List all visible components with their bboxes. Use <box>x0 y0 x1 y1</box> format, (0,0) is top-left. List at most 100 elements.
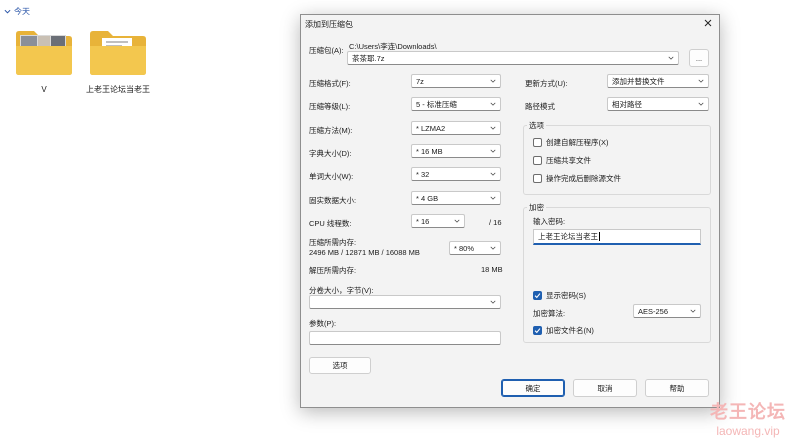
update-mode-select[interactable]: 添加并替换文件 <box>607 74 709 88</box>
encrypt-filenames-label: 加密文件名(N) <box>546 326 594 335</box>
archive-name-combobox[interactable]: 茶茶耶.7z <box>347 51 679 65</box>
watermark-url: laowang.vip <box>716 424 780 438</box>
options-button[interactable]: 选项 <box>309 357 371 374</box>
level-label: 压缩等级(L): <box>309 102 351 111</box>
show-password-label: 显示密码(S) <box>546 291 586 300</box>
checkbox-checked-box <box>533 291 542 300</box>
folder-icon <box>16 31 72 75</box>
chevron-down-icon <box>490 126 496 130</box>
cancel-button[interactable]: 取消 <box>573 379 637 397</box>
checkmark-icon <box>534 293 541 299</box>
format-select[interactable]: 7z <box>411 74 501 88</box>
folder-item[interactable]: V <box>14 26 74 94</box>
chevron-down-icon <box>490 102 496 106</box>
chevron-down-icon <box>490 79 496 83</box>
level-value: 5 - 标准压缩 <box>416 99 457 109</box>
group-header-today[interactable]: 今天 <box>4 6 30 17</box>
method-label: 压缩方法(M): <box>309 126 353 135</box>
browse-button[interactable]: ... <box>689 49 709 67</box>
path-mode-label: 路径模式 <box>525 102 555 111</box>
password-input[interactable]: 上老王论坛当老王 <box>533 229 701 245</box>
chevron-down-icon <box>690 309 696 313</box>
dictionary-label: 字典大小(D): <box>309 149 352 158</box>
chevron-down-icon <box>698 102 704 106</box>
parameters-label: 参数(P): <box>309 319 337 328</box>
memory-label: 压缩所需内存: <box>309 238 357 247</box>
chevron-down-icon <box>490 172 496 176</box>
path-mode-select[interactable]: 相对路径 <box>607 97 709 111</box>
chevron-down-icon <box>4 9 11 14</box>
memory-percent-select[interactable]: * 80% <box>449 241 501 255</box>
decompress-memory-value: 18 MB <box>481 265 503 274</box>
word-size-label: 单词大小(W): <box>309 172 354 181</box>
dialog-title: 添加到压缩包 <box>305 20 353 29</box>
word-size-value: * 32 <box>416 169 430 179</box>
chevron-down-icon <box>490 246 496 250</box>
checkbox-checked-box <box>533 326 542 335</box>
chevron-down-icon <box>668 56 674 60</box>
title-bar[interactable]: 添加到压缩包 <box>301 15 719 32</box>
ok-button[interactable]: 确定 <box>501 379 565 397</box>
add-to-archive-dialog: 添加到压缩包 压缩包(A): C:\Users\李连\Downloads\ 茶茶… <box>300 14 720 408</box>
chevron-down-icon <box>454 219 460 223</box>
folder-name: 上老王论坛当老王 <box>86 85 150 94</box>
word-size-select[interactable]: * 32 <box>411 167 501 181</box>
encryption-group-title: 加密 <box>527 202 546 213</box>
encrypt-filenames-checkbox[interactable]: 加密文件名(N) <box>533 325 594 336</box>
delete-after-label: 操作完成后删除源文件 <box>546 174 621 183</box>
cpu-threads-label: CPU 线程数: <box>309 219 352 228</box>
memory-percent-value: * 80% <box>454 243 475 253</box>
decompress-memory-label: 解压所需内存: <box>309 266 357 275</box>
folder-name: V <box>41 85 47 94</box>
solid-block-label: 固实数据大小: <box>309 196 357 205</box>
password-value: 上老王论坛当老王 <box>538 232 598 241</box>
solid-block-value: * 4 GB <box>416 193 439 203</box>
path-mode-value: 相对路径 <box>612 99 642 109</box>
compress-shared-label: 压缩共享文件 <box>546 156 591 165</box>
options-group-title: 选项 <box>527 120 546 131</box>
compress-shared-checkbox[interactable]: 压缩共享文件 <box>533 155 591 166</box>
update-mode-value: 添加并替换文件 <box>612 76 665 86</box>
checkmark-icon <box>534 328 541 334</box>
dictionary-select[interactable]: * 16 MB <box>411 144 501 158</box>
chevron-down-icon <box>490 149 496 153</box>
encryption-group <box>523 207 711 343</box>
method-value: * LZMA2 <box>416 123 446 133</box>
split-volume-combobox[interactable] <box>309 295 501 309</box>
encryption-method-select[interactable]: AES-256 <box>633 304 701 318</box>
chevron-down-icon <box>490 300 496 304</box>
close-button[interactable] <box>701 16 715 30</box>
show-password-checkbox[interactable]: 显示密码(S) <box>533 290 586 301</box>
archive-label: 压缩包(A): <box>309 46 344 55</box>
checkbox-box <box>533 156 542 165</box>
cpu-threads-value: * 16 <box>416 216 430 226</box>
checkbox-box <box>533 138 542 147</box>
folder-item[interactable]: 上老王论坛当老王 <box>86 26 150 94</box>
chevron-down-icon <box>490 196 496 200</box>
update-mode-label: 更新方式(U): <box>525 79 568 88</box>
folder-icon <box>90 31 146 75</box>
create-sfx-label: 创建自解压程序(X) <box>546 138 609 147</box>
level-select[interactable]: 5 - 标准压缩 <box>411 97 501 111</box>
help-button[interactable]: 帮助 <box>645 379 709 397</box>
watermark-title: 老王论坛 <box>710 402 786 422</box>
encryption-method-value: AES-256 <box>638 306 669 316</box>
cpu-threads-select[interactable]: * 16 <box>411 214 465 228</box>
text-caret <box>599 232 600 241</box>
archive-name-value: 茶茶耶.7z <box>352 53 385 63</box>
dictionary-value: * 16 MB <box>416 146 443 156</box>
format-label: 压缩格式(F): <box>309 79 351 88</box>
parameters-input[interactable] <box>309 331 501 345</box>
chevron-down-icon <box>698 79 704 83</box>
method-select[interactable]: * LZMA2 <box>411 121 501 135</box>
format-value: 7z <box>416 76 424 86</box>
password-label: 输入密码: <box>533 217 566 226</box>
watermark: 老王论坛 laowang.vip <box>710 398 786 438</box>
checkbox-box <box>533 174 542 183</box>
solid-block-select[interactable]: * 4 GB <box>411 191 501 205</box>
memory-detail: 2496 MB / 12871 MB / 16088 MB <box>309 248 420 257</box>
delete-after-checkbox[interactable]: 操作完成后删除源文件 <box>533 173 621 184</box>
cpu-threads-max: / 16 <box>489 218 502 227</box>
create-sfx-checkbox[interactable]: 创建自解压程序(X) <box>533 137 609 148</box>
encryption-method-label: 加密算法: <box>533 309 566 318</box>
